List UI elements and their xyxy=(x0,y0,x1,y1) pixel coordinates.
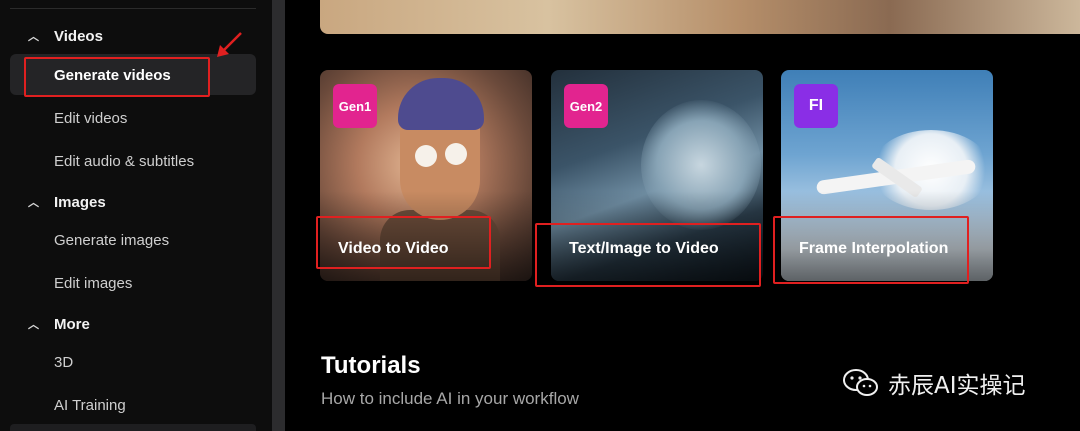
sidebar-item-edit-audio-subtitles[interactable]: Edit audio & subtitles xyxy=(54,151,194,171)
sidebar-divider xyxy=(10,8,256,9)
annotation-box xyxy=(535,223,761,287)
section-more[interactable]: ︿ More xyxy=(28,314,90,334)
section-more-label: More xyxy=(54,315,90,333)
tutorials-subtitle: How to include AI in your workflow xyxy=(321,389,579,408)
card-badge: Gen1 xyxy=(333,84,377,128)
chevron-up-icon: ︿ xyxy=(28,319,39,331)
sidebar-item-3d[interactable]: 3D xyxy=(54,352,73,372)
annotation-box xyxy=(24,57,210,97)
wechat-icon xyxy=(843,369,878,396)
chevron-up-icon: ︿ xyxy=(28,197,39,209)
watermark-text: 赤辰AI实操记 xyxy=(888,373,1026,399)
section-images-label: Images xyxy=(54,193,106,211)
chevron-up-icon: ︿ xyxy=(28,31,39,43)
annotation-box xyxy=(316,216,491,269)
tutorials-heading: Tutorials xyxy=(321,352,421,379)
section-videos-label: Videos xyxy=(54,27,103,45)
annotation-arrow-icon xyxy=(217,32,242,57)
sidebar-item-edit-images[interactable]: Edit images xyxy=(54,273,132,293)
card-badge: Gen2 xyxy=(564,84,608,128)
sidebar-next-item xyxy=(10,424,256,431)
sidebar-item-generate-images[interactable]: Generate images xyxy=(54,230,169,250)
watermark: 赤辰AI实操记 xyxy=(842,368,1026,399)
sidebar-item-ai-training[interactable]: AI Training xyxy=(54,395,126,415)
section-images[interactable]: ︿ Images xyxy=(28,192,106,212)
panel-divider[interactable] xyxy=(272,0,285,431)
hero-banner-image[interactable] xyxy=(320,0,1080,34)
sidebar-item-edit-videos[interactable]: Edit videos xyxy=(54,108,127,128)
section-videos[interactable]: ︿ Videos xyxy=(28,26,103,46)
card-badge: FI xyxy=(794,84,838,128)
annotation-box xyxy=(773,216,969,284)
